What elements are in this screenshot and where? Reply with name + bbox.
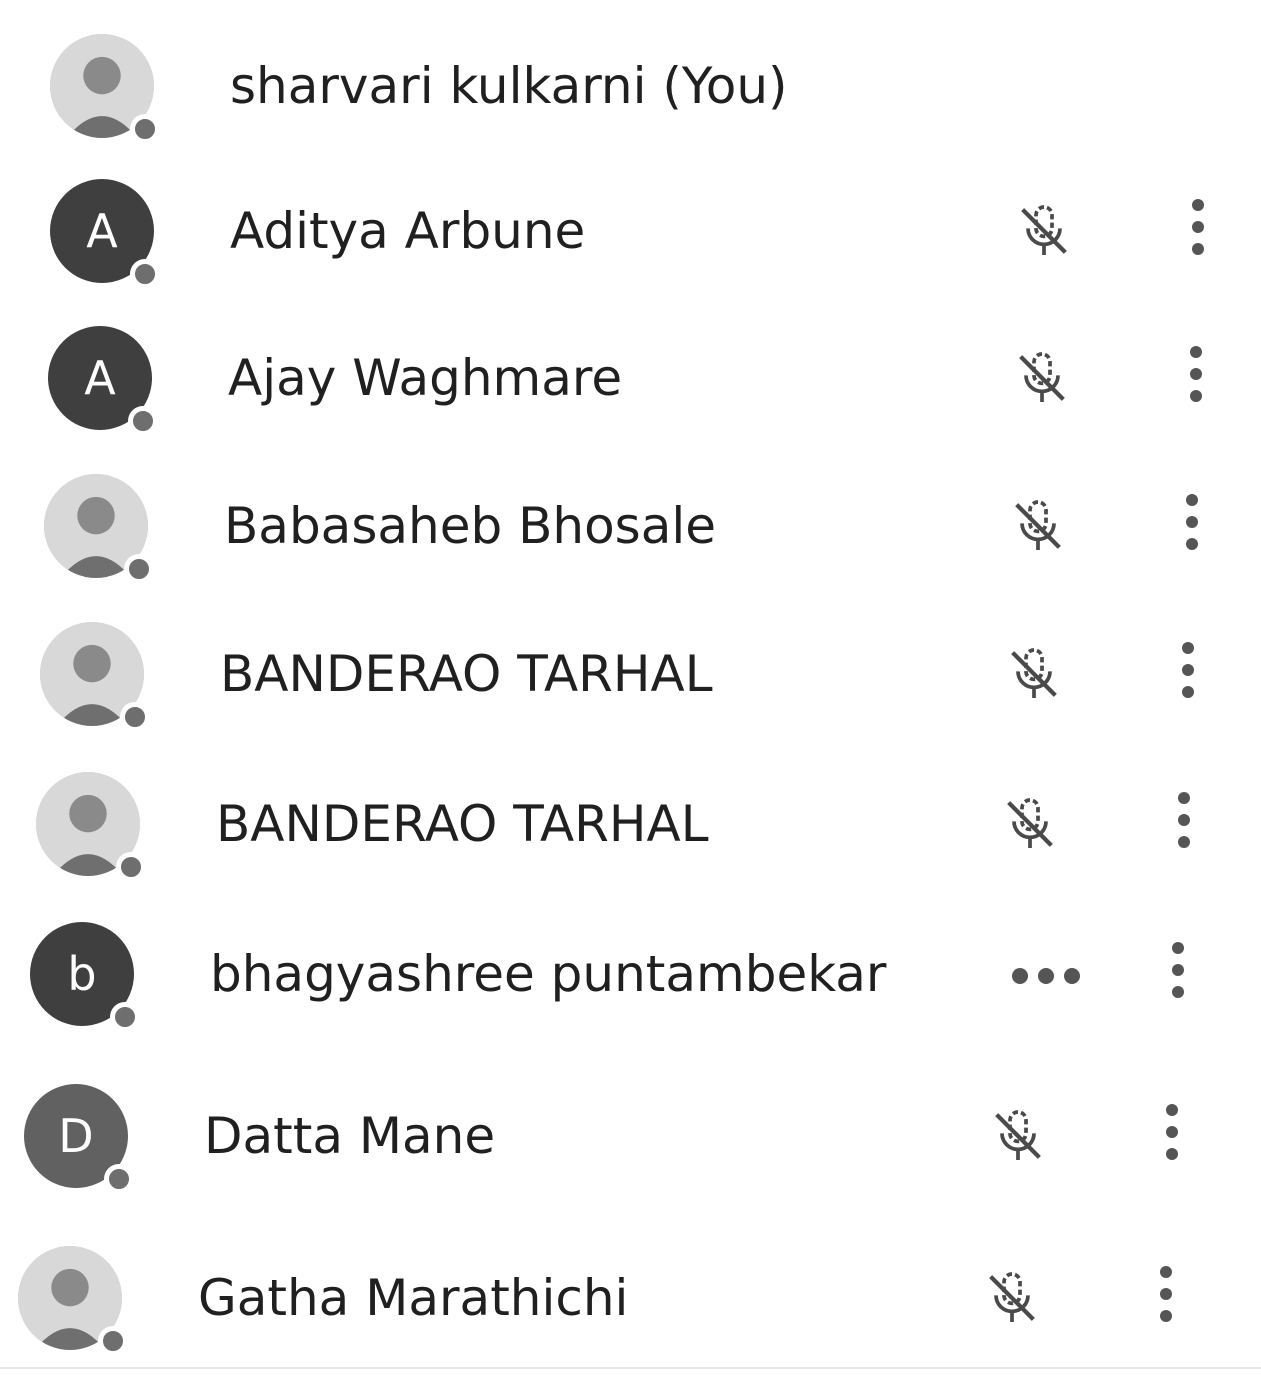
more-dot bbox=[1166, 1126, 1178, 1138]
participant-row-2[interactable]: A Aditya Arbune bbox=[2, 155, 1261, 305]
participant-avatar bbox=[18, 1246, 128, 1356]
more-dot bbox=[1178, 792, 1190, 804]
more-vert-icon[interactable] bbox=[1160, 1100, 1184, 1164]
status-dot-icon bbox=[130, 259, 160, 289]
more-dot bbox=[1172, 986, 1184, 998]
mic-off-icon[interactable] bbox=[1002, 642, 1066, 706]
status-dot-icon bbox=[116, 852, 146, 882]
more-dot bbox=[1166, 1104, 1178, 1116]
more-dot bbox=[1190, 346, 1202, 358]
participant-name: Babasaheb Bhosale bbox=[224, 497, 717, 555]
status-dot-icon bbox=[98, 1326, 128, 1356]
status-dot-icon bbox=[124, 554, 154, 584]
participant-name: sharvari kulkarni (You) bbox=[230, 57, 788, 115]
status-dot-icon bbox=[120, 702, 150, 732]
more-vert-icon[interactable] bbox=[1186, 195, 1210, 259]
speaking-dot bbox=[1064, 968, 1080, 984]
status-dot-icon bbox=[130, 114, 160, 144]
more-dot bbox=[1192, 221, 1204, 233]
mic-off-icon[interactable] bbox=[998, 792, 1062, 856]
status-dot-icon bbox=[104, 1164, 134, 1194]
more-vert-icon[interactable] bbox=[1176, 638, 1200, 702]
more-dot bbox=[1182, 642, 1194, 654]
participant-name: Datta Mane bbox=[204, 1107, 496, 1165]
more-dot bbox=[1160, 1266, 1172, 1278]
more-dot bbox=[1160, 1288, 1172, 1300]
participant-row-9[interactable]: Gatha Marathichi bbox=[0, 1222, 1231, 1372]
more-dot bbox=[1186, 516, 1198, 528]
more-dot bbox=[1186, 538, 1198, 550]
more-dot bbox=[1190, 390, 1202, 402]
more-dot bbox=[1186, 494, 1198, 506]
participant-avatar: A bbox=[50, 179, 160, 289]
mic-off-icon[interactable] bbox=[980, 1266, 1044, 1330]
more-dot bbox=[1160, 1310, 1172, 1322]
participant-row-5[interactable]: BANDERAO TARHAL bbox=[0, 598, 1253, 748]
more-dot bbox=[1182, 686, 1194, 698]
participant-avatar: b bbox=[30, 922, 140, 1032]
participant-row-4[interactable]: Babasaheb Bhosale bbox=[0, 450, 1257, 600]
participant-avatar bbox=[44, 474, 154, 584]
mic-off-icon[interactable] bbox=[1010, 346, 1074, 410]
participant-row-6[interactable]: BANDERAO TARHAL bbox=[0, 748, 1249, 898]
speaking-dots-icon bbox=[1012, 964, 1092, 988]
mic-off-icon[interactable] bbox=[1006, 494, 1070, 558]
more-dot bbox=[1192, 243, 1204, 255]
more-dot bbox=[1190, 368, 1202, 380]
participant-row-3[interactable]: A Ajay Waghmare bbox=[0, 302, 1261, 452]
participant-row-1[interactable]: sharvari kulkarni (You) bbox=[2, 10, 1261, 160]
participant-row-8[interactable]: D Datta Mane bbox=[0, 1060, 1237, 1210]
participant-name: Aditya Arbune bbox=[230, 202, 586, 260]
participant-avatar bbox=[50, 34, 160, 144]
more-dot bbox=[1172, 964, 1184, 976]
participant-row-7[interactable]: b bhagyashree puntambekar bbox=[0, 898, 1243, 1048]
status-dot-icon bbox=[110, 1002, 140, 1032]
participant-avatar bbox=[36, 772, 146, 882]
more-vert-icon[interactable] bbox=[1154, 1262, 1178, 1326]
participant-avatar: D bbox=[24, 1084, 134, 1194]
participant-avatar: A bbox=[48, 326, 158, 436]
more-vert-icon[interactable] bbox=[1184, 342, 1208, 406]
participant-avatar bbox=[40, 622, 150, 732]
participant-name: BANDERAO TARHAL bbox=[220, 645, 713, 703]
more-dot bbox=[1172, 942, 1184, 954]
more-dot bbox=[1178, 814, 1190, 826]
more-dot bbox=[1182, 664, 1194, 676]
speaking-dot bbox=[1038, 968, 1054, 984]
more-dot bbox=[1166, 1148, 1178, 1160]
participant-name: bhagyashree puntambekar bbox=[210, 945, 887, 1003]
participant-name: BANDERAO TARHAL bbox=[216, 795, 709, 853]
status-dot-icon bbox=[128, 406, 158, 436]
more-dot bbox=[1192, 199, 1204, 211]
more-dot bbox=[1178, 836, 1190, 848]
participant-list: sharvari kulkarni (You) A Aditya Arbune … bbox=[0, 0, 1261, 1399]
more-vert-icon[interactable] bbox=[1180, 490, 1204, 554]
mic-off-icon[interactable] bbox=[1012, 199, 1076, 263]
mic-off-icon[interactable] bbox=[986, 1104, 1050, 1168]
speaking-dot bbox=[1012, 968, 1028, 984]
more-vert-icon[interactable] bbox=[1172, 788, 1196, 852]
participant-name: Ajay Waghmare bbox=[228, 349, 623, 407]
more-vert-icon[interactable] bbox=[1166, 938, 1190, 1002]
participant-name: Gatha Marathichi bbox=[198, 1269, 629, 1327]
